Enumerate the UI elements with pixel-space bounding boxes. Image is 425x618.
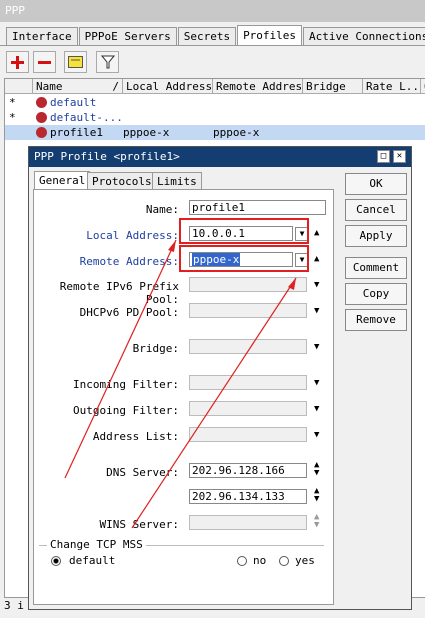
annotation-arrow [64,239,177,479]
annotation-arrow [131,277,297,529]
arrowhead-icon [168,240,176,252]
annotation-arrows [64,239,297,529]
